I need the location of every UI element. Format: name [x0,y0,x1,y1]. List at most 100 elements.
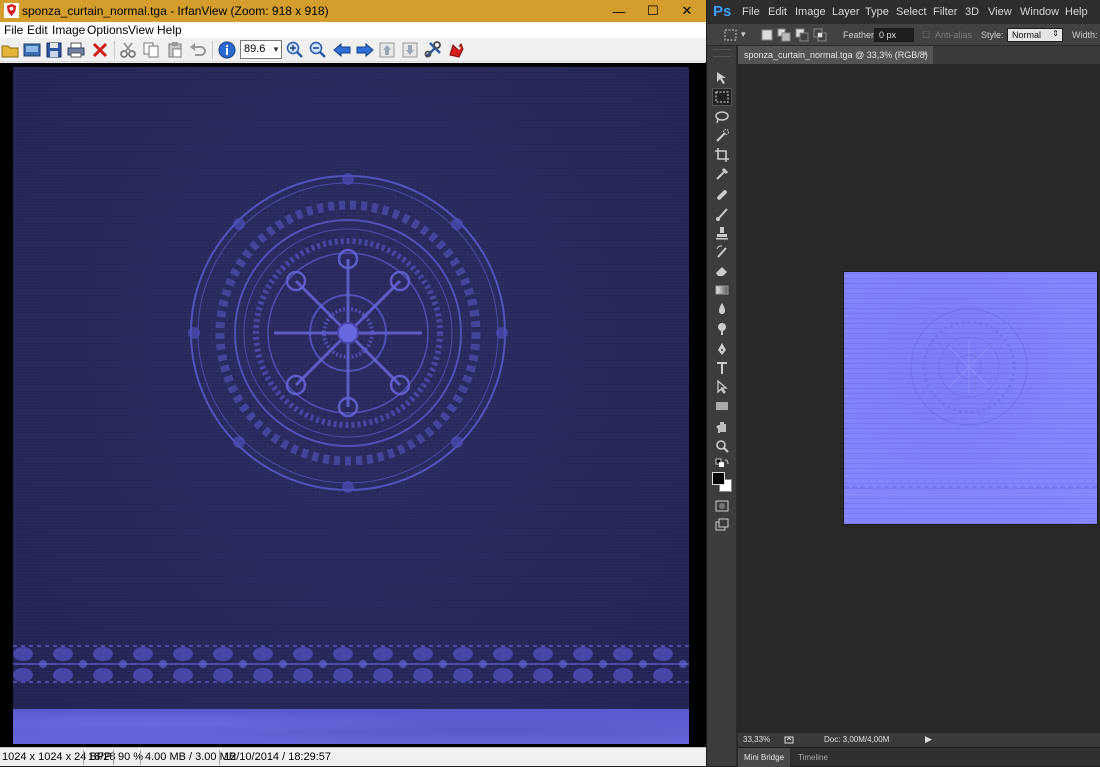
tab-mini-bridge[interactable]: Mini Bridge [738,748,791,767]
style-value: Normal [1012,30,1042,40]
quick-select-icon[interactable] [714,128,730,144]
ps-menu-window[interactable]: Window [1020,6,1059,18]
rectangle-icon[interactable] [714,398,730,414]
ps-canvas-area[interactable] [738,64,1100,731]
image-viewport[interactable] [0,63,706,747]
open-folder-icon[interactable] [0,40,20,60]
ps-zoom-level[interactable]: 33,33% [743,735,770,744]
ps-menu-view[interactable]: View [988,6,1012,18]
chevron-down-icon[interactable]: ▾ [741,29,746,40]
close-icon[interactable]: × [922,49,928,60]
style-select[interactable]: Normal ⇕ [1007,28,1063,42]
normal-map-ornament [844,308,1097,495]
info-icon[interactable] [217,40,237,60]
menu-file[interactable]: File [4,23,23,37]
swap-colors-icon[interactable] [714,457,730,473]
cut-icon[interactable] [118,40,138,60]
status-divider [83,750,84,765]
intersect-selection-icon[interactable] [813,28,827,42]
history-brush-icon[interactable] [714,244,730,260]
marquee-icon[interactable] [712,88,732,106]
zoom-out-icon[interactable] [308,40,328,60]
slideshow-icon[interactable] [22,40,42,60]
add-selection-icon[interactable] [777,28,791,42]
menu-image[interactable]: Image [52,23,85,37]
ps-menu-help[interactable]: Help [1065,6,1088,18]
tab-timeline[interactable]: Timeline [792,748,834,767]
frieze-ornament [13,645,689,683]
toolbox-grip[interactable] [713,49,731,57]
feather-input[interactable]: 0 px [874,28,914,42]
irfanview-statusbar: 1024 x 1024 x 24 BPP 18/28 90 % 4.00 MB … [0,747,706,766]
pen-icon[interactable] [714,341,730,357]
ps-toolbox [707,46,737,766]
undo-icon[interactable] [188,40,208,60]
hand-icon[interactable] [714,419,730,435]
feather-label: Feather: [843,30,877,40]
texture-image [13,67,689,744]
clone-stamp-icon[interactable] [714,225,730,241]
move-icon[interactable] [714,70,730,86]
minimize-button[interactable]: — [602,0,636,22]
ps-document-canvas[interactable] [844,272,1097,524]
previous-icon[interactable] [332,40,352,60]
export-icon[interactable] [784,735,794,745]
type-icon[interactable] [714,360,730,376]
path-select-icon[interactable] [714,379,730,395]
zoom-icon[interactable] [714,438,730,454]
page-down-icon[interactable] [400,40,420,60]
save-icon[interactable] [44,40,64,60]
menu-edit[interactable]: Edit [27,23,48,37]
menu-view[interactable]: View [128,23,154,37]
blur-icon[interactable] [714,301,730,317]
chevron-down-icon[interactable]: ▼ [271,41,281,58]
copy-icon[interactable] [141,40,161,60]
foreground-color-swatch[interactable] [712,472,725,485]
dodge-icon[interactable] [714,320,730,336]
exit-icon[interactable] [446,40,466,60]
ps-menu-image[interactable]: Image [795,6,826,18]
menu-help[interactable]: Help [157,23,182,37]
page-up-icon[interactable] [377,40,397,60]
menu-options[interactable]: Options [87,23,128,37]
zoom-in-icon[interactable] [285,40,305,60]
ps-statusbar: 33,33% Doc: 3,00M/4,00M ▶ [738,733,1100,747]
next-icon[interactable] [355,40,375,60]
ps-menu-edit[interactable]: Edit [768,6,787,18]
healing-icon[interactable] [714,187,730,203]
screen-mode-icon[interactable] [714,517,730,533]
irfanview-logo-icon [4,3,19,18]
ps-doc-size: Doc: 3,00M/4,00M [824,735,890,744]
lasso-icon[interactable] [714,109,730,125]
print-icon[interactable] [66,40,86,60]
maximize-button[interactable]: ☐ [636,0,670,22]
ps-document-tabbar: sponza_curtain_normal.tga @ 33,3% (RGB/8… [738,46,1100,64]
new-selection-icon[interactable] [760,28,774,42]
paste-icon[interactable] [165,40,185,60]
status-divider [140,750,141,765]
ps-menu-select[interactable]: Select [896,6,927,18]
delete-icon[interactable] [90,40,110,60]
antialias-checkbox[interactable]: ☐ [922,30,930,41]
ps-menu-type[interactable]: Type [865,6,889,18]
texture-bottom-band [13,709,689,744]
irfanview-titlebar[interactable]: sponza_curtain_normal.tga - IrfanView (Z… [0,0,706,22]
subtract-selection-icon[interactable] [795,28,809,42]
marquee-preset-icon[interactable] [724,28,738,42]
quick-mask-icon[interactable] [714,498,730,514]
gradient-icon[interactable] [714,282,730,298]
ps-menu-file[interactable]: File [742,6,760,18]
close-button[interactable]: ✕ [670,0,704,22]
status-size: 4.00 MB / 3.00 MB [145,751,237,763]
status-index: 18/28 [88,751,116,763]
settings-icon[interactable] [423,40,443,60]
chevron-right-icon[interactable]: ▶ [925,734,932,745]
eraser-icon[interactable] [714,263,730,279]
ps-menu-3d[interactable]: 3D [965,6,979,18]
brush-icon[interactable] [714,206,730,222]
eyedropper-icon[interactable] [714,166,730,182]
ps-menu-layer[interactable]: Layer [832,6,860,18]
crop-icon[interactable] [714,147,730,163]
ps-menu-filter[interactable]: Filter [933,6,957,18]
document-tab[interactable]: sponza_curtain_normal.tga @ 33,3% (RGB/8… [738,46,933,64]
